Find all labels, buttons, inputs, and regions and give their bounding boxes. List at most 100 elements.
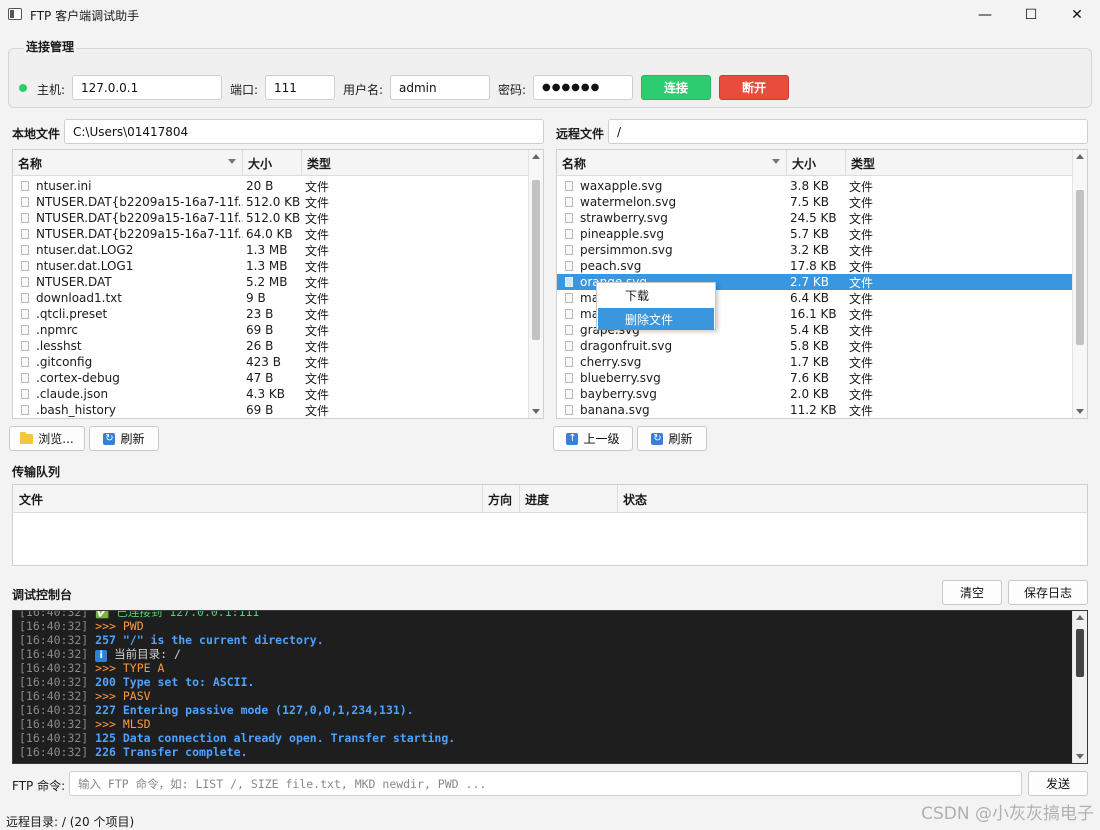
- remote-file-row[interactable]: blueberry.svg 7.6 KB 文件: [557, 370, 1072, 386]
- file-icon: [565, 341, 573, 351]
- local-cell-name: ntuser.dat.LOG1: [36, 259, 134, 273]
- send-button[interactable]: 发送: [1028, 771, 1088, 796]
- context-menu-download[interactable]: 下载: [598, 284, 714, 306]
- context-menu-delete-file[interactable]: 删除文件: [598, 308, 714, 330]
- console-line: [16:40:32] >>> PWD: [19, 619, 144, 633]
- local-file-row[interactable]: ntuser.dat.LOG2 1.3 MB 文件: [13, 242, 528, 258]
- local-file-row[interactable]: .claude.json 4.3 KB 文件: [13, 386, 528, 402]
- console-line: [16:40:32] ✅ 已连接到 127.0.0.1:111: [19, 610, 260, 619]
- scroll-thumb[interactable]: [1076, 190, 1084, 345]
- save-log-button[interactable]: 保存日志: [1008, 580, 1088, 605]
- remote-cell-name: cherry.svg: [580, 355, 642, 369]
- local-file-row[interactable]: NTUSER.DAT{b2209a15-16a7-11f... 64.0 KB 文件: [13, 226, 528, 242]
- connection-status-indicator: [19, 84, 27, 92]
- disconnect-button[interactable]: 断开: [719, 75, 789, 100]
- local-file-row[interactable]: ntuser.ini 20 B 文件: [13, 178, 528, 194]
- file-icon: [565, 373, 573, 383]
- password-input[interactable]: ●●●●●●: [533, 75, 633, 100]
- sort-desc-icon: [772, 159, 780, 164]
- remote-cell-name: dragonfruit.svg: [580, 339, 673, 353]
- remote-path-input[interactable]: /: [608, 119, 1088, 144]
- local-cell-size: 9 B: [246, 291, 266, 305]
- scroll-up-icon[interactable]: [532, 154, 540, 159]
- remote-col-name[interactable]: 名称: [557, 150, 787, 176]
- remote-file-row[interactable]: dragonfruit.svg 5.8 KB 文件: [557, 338, 1072, 354]
- remote-file-row[interactable]: cherry.svg 1.7 KB 文件: [557, 354, 1072, 370]
- queue-col-direction[interactable]: 方向: [483, 485, 520, 513]
- browse-button[interactable]: 浏览...: [9, 426, 85, 451]
- local-cell-size: 1.3 MB: [246, 243, 288, 257]
- maximize-button[interactable]: ☐: [1008, 0, 1054, 30]
- file-icon: [21, 357, 29, 367]
- local-cell-type: 文件: [305, 323, 330, 338]
- queue-col-progress[interactable]: 进度: [520, 485, 618, 513]
- local-file-row[interactable]: .qtcli.preset 23 B 文件: [13, 306, 528, 322]
- local-col-size[interactable]: 大小: [243, 150, 302, 176]
- scroll-up-icon[interactable]: [1076, 615, 1084, 620]
- scroll-up-icon[interactable]: [1076, 154, 1084, 159]
- local-file-row[interactable]: .cortex-debug 47 B 文件: [13, 370, 528, 386]
- local-col-name[interactable]: 名称: [13, 150, 243, 176]
- file-icon: [21, 245, 29, 255]
- remote-cell-type: 文件: [849, 387, 874, 402]
- remote-file-row[interactable]: peach.svg 17.8 KB 文件: [557, 258, 1072, 274]
- local-scrollbar[interactable]: [528, 150, 543, 418]
- local-file-row[interactable]: NTUSER.DAT{b2209a15-16a7-11f... 512.0 KB 文…: [13, 210, 528, 226]
- remote-file-row[interactable]: pineapple.svg 5.7 KB 文件: [557, 226, 1072, 242]
- minimize-button[interactable]: —: [962, 0, 1008, 30]
- remote-cell-type: 文件: [849, 227, 874, 242]
- scroll-down-icon[interactable]: [532, 409, 540, 414]
- host-input[interactable]: 127.0.0.1: [72, 75, 222, 100]
- queue-col-file[interactable]: 文件: [13, 485, 483, 513]
- up-level-button[interactable]: ↑ 上一级: [553, 426, 633, 451]
- local-file-row[interactable]: ntuser.dat.LOG1 1.3 MB 文件: [13, 258, 528, 274]
- remote-file-row[interactable]: watermelon.svg 7.5 KB 文件: [557, 194, 1072, 210]
- scroll-thumb[interactable]: [1076, 629, 1084, 677]
- remote-refresh-button[interactable]: ↻ 刷新: [637, 426, 707, 451]
- remote-file-row[interactable]: strawberry.svg 24.5 KB 文件: [557, 210, 1072, 226]
- title-bar: FTP 客户端调试助手 — ☐ ✕: [0, 0, 1100, 30]
- local-file-row[interactable]: download1.txt 9 B 文件: [13, 290, 528, 306]
- local-refresh-button[interactable]: ↻ 刷新: [89, 426, 159, 451]
- remote-col-type[interactable]: 类型: [846, 150, 1074, 176]
- debug-console[interactable]: [16:40:32] ✅ 已连接到 127.0.0.1:111 [16:40:32…: [12, 610, 1088, 764]
- remote-file-row[interactable]: banana.svg 11.2 KB 文件: [557, 402, 1072, 418]
- local-path-input[interactable]: C:\Users\01417804: [64, 119, 544, 144]
- local-file-row[interactable]: .gitconfig 423 B 文件: [13, 354, 528, 370]
- remote-table-header: 名称 大小 类型: [557, 150, 1074, 176]
- local-cell-size: 69 B: [246, 403, 274, 417]
- remote-col-size[interactable]: 大小: [787, 150, 846, 176]
- local-file-row[interactable]: .bash_history 69 B 文件: [13, 402, 528, 418]
- remote-cell-name: bayberry.svg: [580, 387, 657, 401]
- remote-scrollbar[interactable]: [1072, 150, 1087, 418]
- local-cell-type: 文件: [305, 355, 330, 370]
- scroll-thumb[interactable]: [532, 180, 540, 340]
- watermark: CSDN @小灰灰搞电子: [921, 804, 1094, 824]
- remote-file-row[interactable]: waxapple.svg 3.8 KB 文件: [557, 178, 1072, 194]
- clear-button[interactable]: 清空: [942, 580, 1002, 605]
- port-input[interactable]: 111: [265, 75, 335, 100]
- local-file-row[interactable]: NTUSER.DAT{b2209a15-16a7-11f... 512.0 KB 文…: [13, 194, 528, 210]
- remote-cell-type: 文件: [849, 275, 874, 290]
- local-file-row[interactable]: .lesshst 26 B 文件: [13, 338, 528, 354]
- connect-button[interactable]: 连接: [641, 75, 711, 100]
- local-file-row[interactable]: .npmrc 69 B 文件: [13, 322, 528, 338]
- queue-col-status[interactable]: 状态: [618, 485, 1087, 513]
- local-col-type[interactable]: 类型: [302, 150, 530, 176]
- console-scrollbar[interactable]: [1072, 611, 1087, 763]
- scroll-down-icon[interactable]: [1076, 754, 1084, 759]
- remote-file-row[interactable]: bayberry.svg 2.0 KB 文件: [557, 386, 1072, 402]
- file-icon: [21, 293, 29, 303]
- local-cell-size: 1.3 MB: [246, 259, 288, 273]
- username-input[interactable]: admin: [390, 75, 490, 100]
- context-menu: 下载 删除文件: [596, 282, 716, 330]
- ftp-command-input[interactable]: 输入 FTP 命令，如: LIST /, SIZE file.txt, MKD …: [69, 771, 1022, 796]
- close-button[interactable]: ✕: [1054, 0, 1100, 30]
- file-icon: [565, 229, 573, 239]
- local-cell-name: .cortex-debug: [36, 371, 120, 385]
- remote-file-row[interactable]: persimmon.svg 3.2 KB 文件: [557, 242, 1072, 258]
- remote-cell-type: 文件: [849, 195, 874, 210]
- scroll-down-icon[interactable]: [1076, 409, 1084, 414]
- file-icon: [21, 373, 29, 383]
- local-file-row[interactable]: NTUSER.DAT 5.2 MB 文件: [13, 274, 528, 290]
